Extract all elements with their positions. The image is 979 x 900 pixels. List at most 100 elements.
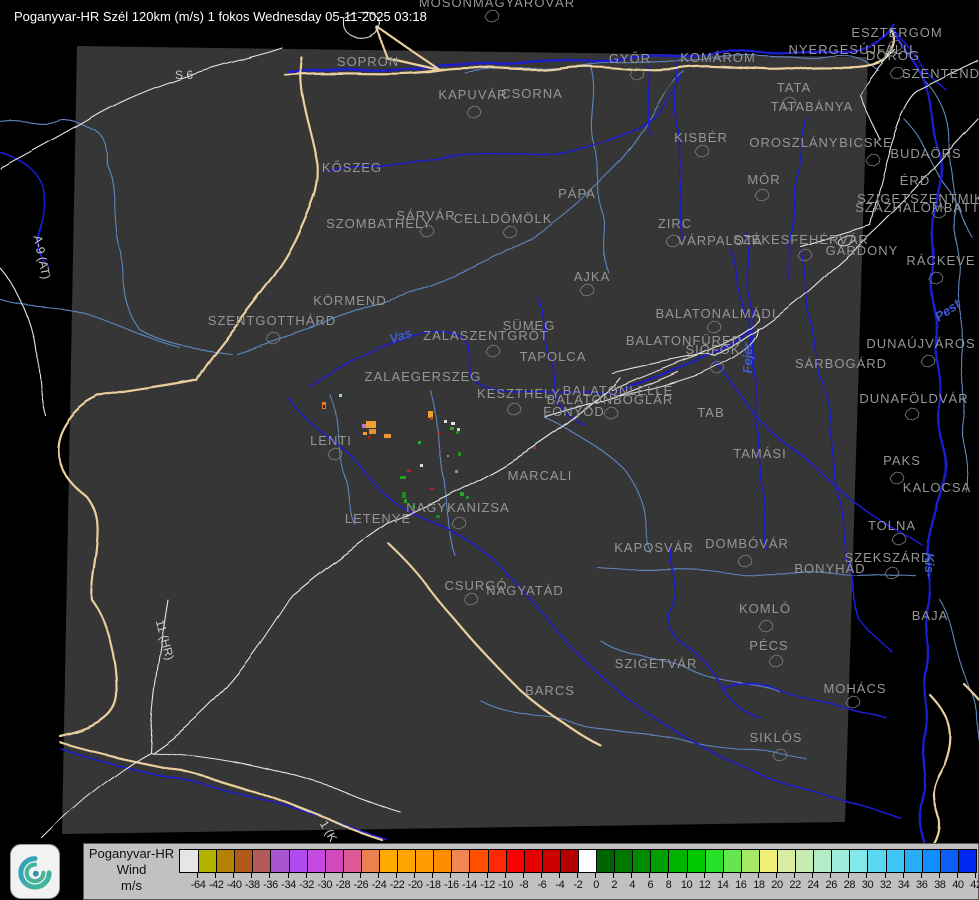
scale-label: -30 <box>317 879 332 891</box>
scale-swatch <box>578 850 596 872</box>
scale-label: -12 <box>480 879 495 891</box>
scale-swatch <box>723 850 741 872</box>
scale-label: 8 <box>666 879 672 891</box>
legend-text: Poganyvar-HR Wind m/s <box>84 846 179 894</box>
echo-pixel <box>339 394 342 397</box>
scale-label: 36 <box>916 879 927 891</box>
scale-swatch <box>813 850 831 872</box>
city-label: TATA <box>777 80 811 95</box>
echo-pixel <box>447 455 449 457</box>
scale-label: -36 <box>263 879 278 891</box>
city-label: DUNAFÖLDVÁR <box>859 391 968 406</box>
echo-pixel <box>458 452 461 456</box>
echo-pixel <box>437 432 440 435</box>
scale-label: -28 <box>335 879 350 891</box>
city-label: SZIGETVÁR <box>615 656 698 671</box>
city-label: TAPOLCA <box>520 349 587 364</box>
scale-label: -34 <box>281 879 296 891</box>
color-scale-bar: -64-42-40-38-36-34-32-30-28-26-24-22-20-… <box>179 849 977 873</box>
city-label: KŐSZEG <box>322 160 382 175</box>
city-label: MOSONMAGYARÓVÁR <box>419 0 575 10</box>
city-label: NAGYKANIZSA <box>406 500 509 515</box>
scale-swatch <box>180 850 198 872</box>
scale-label: -14 <box>462 879 477 891</box>
scale-swatch <box>687 850 705 872</box>
echo-pixel <box>451 422 455 425</box>
scale-swatch <box>524 850 542 872</box>
city-label: BONYHÁD <box>794 561 865 576</box>
scale-label: 2 <box>611 879 617 891</box>
scale-label: -24 <box>372 879 387 891</box>
scale-swatch <box>668 850 686 872</box>
city-label: BICSKE <box>839 135 893 150</box>
scale-label: -20 <box>408 879 423 891</box>
echo-pixel <box>363 432 367 435</box>
county-label: Kis- <box>922 553 937 578</box>
scale-label: 30 <box>862 879 873 891</box>
city-label: BUDAÖRS <box>890 146 961 161</box>
city-label: MOHÁCS <box>823 681 886 696</box>
echo-pixel <box>366 421 376 428</box>
radar-map[interactable]: MOSONMAGYARÓVÁRSOPRONKAPUVÁRCSORNAGYŐRKO… <box>0 0 979 900</box>
scale-label: -26 <box>354 879 369 891</box>
scale-swatch <box>849 850 867 872</box>
echo-pixel <box>420 464 423 467</box>
city-label: SOPRON <box>337 54 399 69</box>
echo-pixel <box>402 492 406 498</box>
city-label: BALATONALMÁDI <box>656 306 777 321</box>
echo-pixel <box>428 411 433 418</box>
city-label: DUNAÚJVÁROS <box>866 336 975 351</box>
scale-label: -64 <box>191 879 206 891</box>
city-label: CSORNA <box>501 86 563 101</box>
scale-swatch <box>198 850 216 872</box>
scale-label: -8 <box>519 879 528 891</box>
scale-label: 32 <box>880 879 891 891</box>
echo-pixel <box>436 515 440 518</box>
app-logo[interactable] <box>10 844 60 899</box>
scale-swatch <box>252 850 270 872</box>
scale-swatch <box>234 850 252 872</box>
legend-product: Wind <box>84 862 179 878</box>
echo-pixel <box>455 470 458 473</box>
echo-pixel <box>444 420 447 423</box>
echo-pixel <box>407 470 411 472</box>
scale-swatch <box>560 850 578 872</box>
radar-viewer: MOSONMAGYARÓVÁRSOPRONKAPUVÁRCSORNAGYŐRKO… <box>0 0 979 900</box>
scale-label: -18 <box>426 879 441 891</box>
city-label: ZIRC <box>658 216 692 231</box>
radar-coverage-area <box>62 46 868 834</box>
scale-swatch <box>614 850 632 872</box>
scale-label: -10 <box>498 879 513 891</box>
scale-label: 38 <box>934 879 945 891</box>
city-label: TAMÁSI <box>733 446 786 461</box>
legend-unit: m/s <box>84 878 179 894</box>
timestamp-title: Poganyvar-HR Szél 120km (m/s) 1 fokos We… <box>14 9 427 24</box>
scale-swatch <box>795 850 813 872</box>
echo-pixel <box>430 417 433 420</box>
scale-swatch <box>506 850 524 872</box>
scale-label: 4 <box>629 879 635 891</box>
scale-label: 26 <box>826 879 837 891</box>
scale-swatch <box>397 850 415 872</box>
city-label: BARCS <box>525 683 575 698</box>
echo-pixel <box>362 424 366 428</box>
scale-label: -6 <box>537 879 546 891</box>
city-label: PÉCS <box>749 638 788 653</box>
spiral-icon <box>15 850 55 894</box>
echo-pixel <box>369 429 376 434</box>
scale-swatch <box>289 850 307 872</box>
city-label: KAPOSVÁR <box>614 540 694 555</box>
city-label: ZALAEGERSZEG <box>365 369 482 384</box>
scale-swatch <box>904 850 922 872</box>
scale-label: 10 <box>681 879 692 891</box>
scale-label: -16 <box>444 879 459 891</box>
county-label: Fejér <box>740 342 755 374</box>
echo-pixel <box>457 428 460 431</box>
city-label: LENTI <box>310 433 352 448</box>
city-label: KOMLÓ <box>739 601 791 616</box>
city-label: PÁPA <box>558 186 596 201</box>
scale-swatch <box>867 850 885 872</box>
scale-swatch <box>379 850 397 872</box>
scale-swatch <box>759 850 777 872</box>
city-label: KOMÁROM <box>680 50 756 65</box>
